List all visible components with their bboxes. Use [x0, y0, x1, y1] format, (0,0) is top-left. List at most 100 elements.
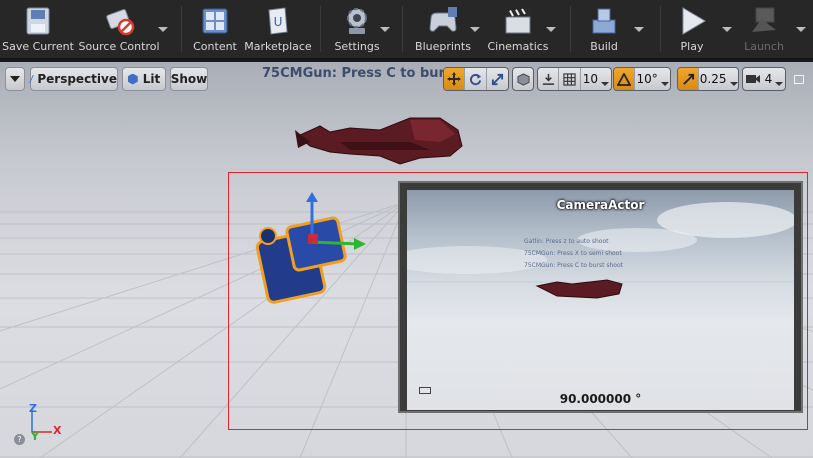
blueprints-button[interactable]: Blueprints [412, 0, 474, 58]
chevron-down-icon [10, 76, 20, 82]
cinematics-chevron-down-icon[interactable] [544, 24, 558, 36]
perspective-icon [29, 75, 35, 83]
preview-sky-clouds [407, 202, 794, 299]
toolbar-divider [402, 6, 403, 52]
axis-label-z: Z [29, 402, 37, 415]
build-blocks-icon [592, 8, 616, 34]
grid-snap-value-dropdown[interactable]: 10 [581, 68, 611, 90]
play-label: Play [680, 40, 704, 53]
settings-label: Settings [334, 40, 380, 53]
content-button[interactable]: Content [190, 0, 240, 58]
cinematics-clapperboard-icon [505, 8, 531, 34]
preview-debug-line-2: 75CMGun: Press X to semi shoot [524, 250, 622, 257]
launch-icon [752, 7, 776, 32]
marketplace-button[interactable]: U Marketplace [244, 0, 312, 58]
launch-chevron-down-icon[interactable] [794, 24, 808, 36]
lit-view-mode-button[interactable]: Lit [122, 67, 166, 91]
source-control-button[interactable]: Source Control [78, 0, 160, 58]
help-icon[interactable]: ? [14, 434, 25, 445]
play-button[interactable]: Play [670, 0, 714, 58]
lit-label: Lit [142, 72, 161, 86]
camera-speed-value: 4 [764, 72, 773, 86]
blueprints-label: Blueprints [415, 40, 471, 53]
main-toolbar: Save Current Source Control Content U Ma… [0, 0, 813, 60]
rotation-snap-toggle-button[interactable] [614, 68, 636, 90]
rotate-tool-button[interactable] [465, 68, 487, 90]
camera-speed-group: 4 [742, 67, 786, 91]
scale-snap-toggle-button[interactable] [678, 68, 700, 90]
axis-label-x: X [53, 424, 62, 437]
scale-icon [491, 73, 503, 85]
play-icon [682, 7, 706, 35]
grid-snap-group: 10 [537, 67, 612, 91]
cinematics-button[interactable]: Cinematics [486, 0, 550, 58]
save-icon [26, 7, 50, 35]
transform-tools-group [443, 67, 509, 91]
chevron-down-icon [729, 82, 738, 86]
save-current-button[interactable]: Save Current [2, 0, 74, 58]
viewport-options-button[interactable] [5, 67, 25, 91]
translate-tool-button[interactable] [444, 68, 466, 90]
rotation-snap-value: 10° [636, 72, 658, 86]
grid-icon [563, 72, 576, 86]
build-chevron-down-icon[interactable] [632, 24, 646, 36]
build-label: Build [590, 40, 618, 53]
surface-snap-button[interactable] [538, 68, 560, 90]
svg-text:U: U [274, 15, 283, 29]
toolbar-divider [320, 6, 321, 52]
blueprints-gamepad-icon [429, 7, 457, 32]
scale-snap-icon [682, 73, 694, 85]
grid-snap-value: 10 [582, 72, 599, 86]
show-label: Show [170, 72, 208, 86]
settings-button[interactable]: Settings [330, 0, 384, 58]
scale-snap-group: 0.25 [677, 67, 739, 91]
marketplace-label: Marketplace [244, 40, 312, 53]
scale-snap-value-dropdown[interactable]: 0.25 [699, 68, 738, 90]
settings-chevron-down-icon[interactable] [378, 24, 392, 36]
preview-fov-readout: 90.000000 ° [559, 392, 642, 406]
show-flags-button[interactable]: Show [170, 67, 208, 91]
launch-button[interactable]: Launch [740, 0, 788, 58]
airship-mesh[interactable] [290, 112, 470, 174]
move-arrows-icon [447, 72, 462, 86]
angle-icon [617, 72, 632, 86]
axis-label-y: Y [31, 430, 39, 443]
rotation-snap-group: 10° [613, 67, 671, 91]
camera-actor-gizmo[interactable] [250, 192, 370, 312]
preview-title: CameraActor [556, 198, 645, 212]
play-chevron-down-icon[interactable] [720, 24, 734, 36]
camera-preview-panel: CameraActor Gatlin: Press z to auto shoo… [398, 181, 803, 413]
scale-tool-button[interactable] [487, 68, 508, 90]
source-control-icon [106, 9, 135, 36]
chevron-down-icon [775, 82, 784, 86]
preview-debug-line-1: Gatlin: Press z to auto shoot [524, 238, 609, 245]
marketplace-icon: U [268, 7, 288, 35]
lit-cube-icon [127, 73, 138, 85]
rotation-snap-value-dropdown[interactable]: 10° [635, 68, 670, 90]
rotate-icon [470, 73, 482, 85]
chevron-down-icon [601, 82, 610, 86]
camera-speed-dropdown[interactable]: 4 [743, 68, 785, 90]
level-viewport[interactable]: Perspective Lit Show 75CMGun: Press C to… [0, 62, 813, 458]
preview-debug-line-3: 75CMGun: Press C to burst shoot [524, 262, 623, 269]
blueprints-chevron-down-icon[interactable] [468, 24, 482, 36]
surface-snap-icon [542, 73, 554, 85]
launch-label: Launch [744, 40, 784, 53]
scale-snap-value: 0.25 [699, 72, 727, 86]
grid-snap-toggle-button[interactable] [559, 68, 581, 90]
settings-gear-icon [347, 8, 367, 34]
world-local-toggle-button[interactable] [513, 68, 533, 90]
toolbar-divider [181, 6, 182, 52]
maximize-viewport-button[interactable] [794, 75, 804, 84]
source-control-chevron-down-icon[interactable] [156, 24, 170, 36]
camera-speed-icon [745, 75, 760, 83]
source-control-label: Source Control [78, 40, 160, 53]
cinematics-label: Cinematics [487, 40, 549, 53]
toolbar-divider [570, 6, 571, 52]
coordinate-system-group [512, 67, 534, 91]
build-button[interactable]: Build [582, 0, 626, 58]
perspective-button[interactable]: Perspective [29, 67, 118, 91]
perspective-label: Perspective [37, 72, 117, 86]
save-current-label: Save Current [2, 40, 74, 53]
content-browser-icon [202, 8, 228, 34]
